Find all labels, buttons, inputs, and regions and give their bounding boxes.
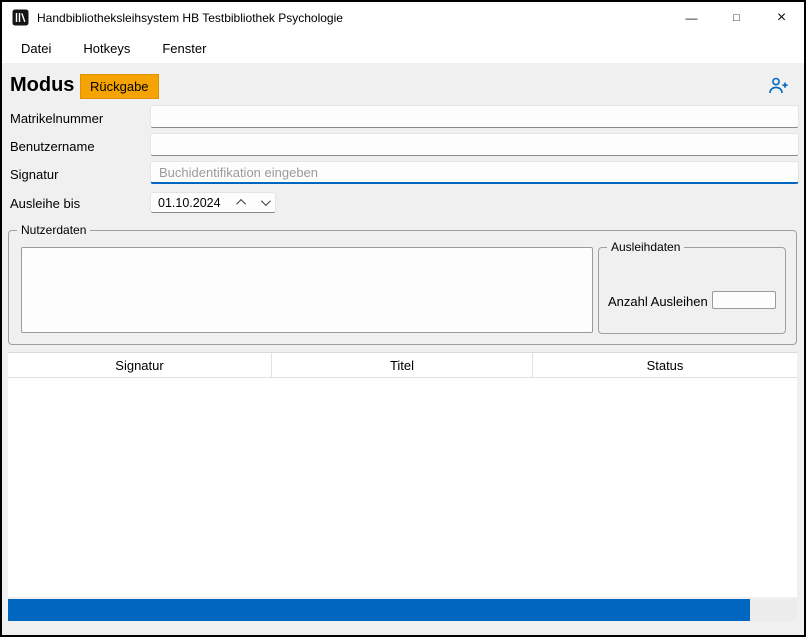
chevron-down-icon (260, 196, 270, 206)
progress-fill (8, 599, 750, 621)
anzahl-ausleihen-label: Anzahl Ausleihen (608, 294, 708, 309)
app-window: Handbibliotheksleihsystem HB Testbibliot… (0, 0, 806, 637)
loans-table: Signatur Titel Status (8, 352, 797, 597)
menu-item-fenster[interactable]: Fenster (151, 35, 217, 62)
signatur-input[interactable] (150, 161, 799, 184)
matrikelnummer-label: Matrikelnummer (10, 111, 103, 126)
nutzerdaten-textarea[interactable] (21, 247, 593, 333)
ausleihdaten-legend: Ausleihdaten (607, 240, 684, 254)
spin-down-button[interactable] (253, 193, 275, 212)
minimize-icon: — (686, 11, 698, 25)
window-controls: — □ × (669, 2, 804, 33)
column-header-signatur[interactable]: Signatur (8, 353, 272, 377)
benutzername-input[interactable] (150, 133, 799, 156)
spin-up-button[interactable] (231, 193, 253, 212)
chevron-up-icon (236, 199, 246, 209)
add-user-icon (768, 77, 789, 99)
nutzerdaten-groupbox: Nutzerdaten Ausleihdaten Anzahl Ausleihe… (8, 230, 797, 345)
mode-badge-rueckgabe[interactable]: Rückgabe (80, 74, 159, 99)
maximize-icon: □ (733, 12, 740, 24)
menu-item-datei[interactable]: Datei (10, 35, 62, 62)
maximize-button[interactable]: □ (714, 2, 759, 33)
progress-bar (8, 599, 797, 621)
benutzername-label: Benutzername (10, 139, 95, 154)
titlebar: Handbibliotheksleihsystem HB Testbibliot… (2, 2, 804, 33)
menu-item-hotkeys[interactable]: Hotkeys (72, 35, 141, 62)
window-title: Handbibliotheksleihsystem HB Testbibliot… (37, 11, 343, 25)
minimize-button[interactable]: — (669, 2, 714, 33)
add-user-button[interactable] (766, 78, 790, 98)
ausleihe-bis-value[interactable]: 01.10.2024 (151, 193, 231, 212)
matrikelnummer-input[interactable] (150, 105, 799, 128)
ausleihdaten-groupbox: Ausleihdaten Anzahl Ausleihen (598, 247, 786, 334)
ausleihe-bis-label: Ausleihe bis (10, 196, 80, 211)
column-header-status[interactable]: Status (533, 353, 797, 377)
nutzerdaten-legend: Nutzerdaten (17, 223, 90, 237)
menubar: Datei Hotkeys Fenster (2, 33, 804, 63)
column-header-titel[interactable]: Titel (272, 353, 533, 377)
mode-label: Modus (10, 74, 74, 97)
app-icon (12, 9, 29, 26)
close-button[interactable]: × (759, 2, 804, 33)
anzahl-ausleihen-input[interactable] (712, 291, 776, 309)
table-body (8, 378, 797, 597)
ausleihe-bis-spinner[interactable]: 01.10.2024 (150, 192, 276, 213)
signatur-label: Signatur (10, 167, 58, 182)
table-header-row: Signatur Titel Status (8, 353, 797, 378)
close-icon: × (777, 10, 786, 26)
